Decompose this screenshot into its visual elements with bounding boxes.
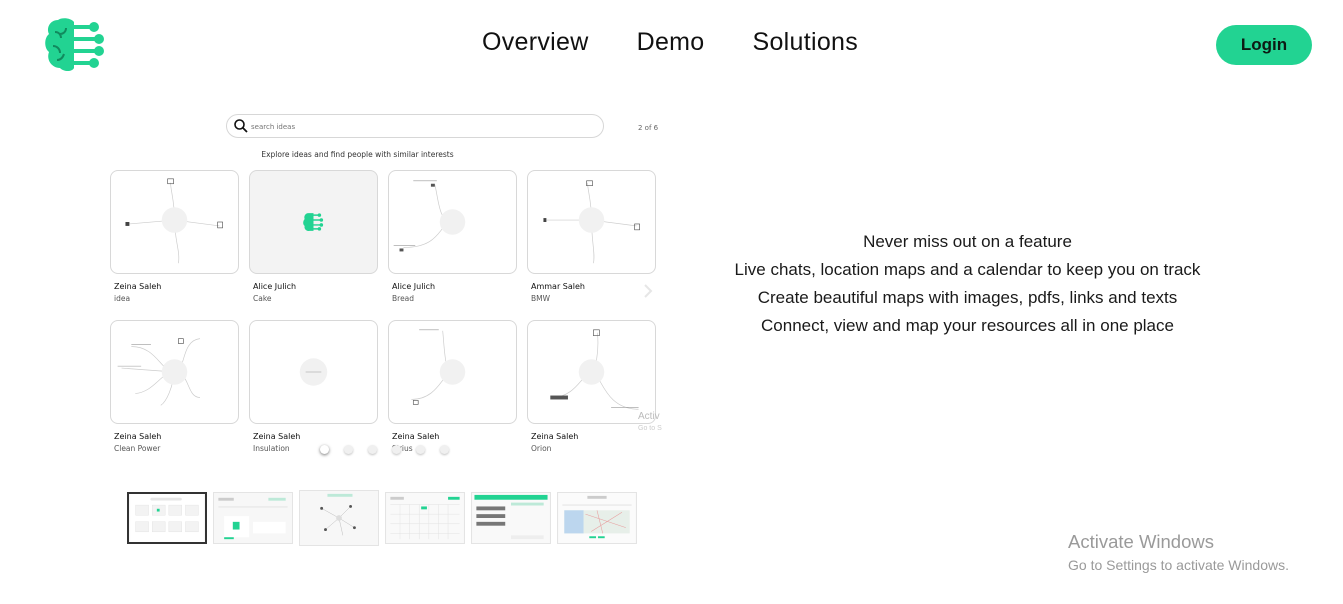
- card-title: Bread: [392, 294, 415, 303]
- mind-map-thumbnail: [388, 320, 517, 424]
- brain-circuit-icon[interactable]: [44, 16, 106, 74]
- ghost-watermark-text: Activ: [638, 411, 660, 422]
- card-owner: Zeina Saleh: [114, 432, 162, 441]
- carousel-dots: [320, 445, 449, 454]
- search-icon: [233, 118, 249, 134]
- card-owner: Alice Julich: [392, 282, 436, 291]
- main-nav: Overview Demo Solutions: [482, 28, 858, 57]
- card-owner: Zeina Saleh: [114, 282, 162, 291]
- idea-card[interactable]: Zeina Saleh Sirius: [388, 320, 517, 453]
- thumbnail-ideas-grid[interactable]: [127, 492, 207, 544]
- card-owner: Zeina Saleh: [392, 432, 440, 441]
- page-indicator: 2 of 6: [638, 124, 659, 132]
- idea-card[interactable]: Alice Julich Bread: [388, 170, 517, 303]
- idea-card[interactable]: Ammar Saleh BMW: [527, 170, 656, 303]
- carousel-dot[interactable]: [344, 445, 353, 454]
- mind-map-thumbnail: [388, 170, 517, 274]
- demo-preview: 2 of 6 Explore ideas and find people wit…: [100, 105, 675, 465]
- thumbnail-location-map[interactable]: [557, 492, 637, 544]
- card-title: idea: [114, 294, 131, 303]
- search-input[interactable]: [251, 119, 591, 134]
- landing-page: Overview Demo Solutions Login 2 of 6 Exp…: [0, 0, 1343, 604]
- feature-line: Never miss out on a feature: [863, 232, 1072, 251]
- nav-overview[interactable]: Overview: [482, 28, 589, 57]
- idea-card[interactable]: Zeina Saleh Clean Power: [110, 320, 239, 453]
- mind-map-thumbnail: [249, 320, 378, 424]
- carousel-dot[interactable]: [440, 445, 449, 454]
- card-title: Cake: [253, 294, 272, 303]
- thumbnail-idea-detail[interactable]: [213, 492, 293, 544]
- thumbnail-calendar[interactable]: [385, 492, 465, 544]
- nav-demo[interactable]: Demo: [637, 28, 705, 57]
- carousel-dot[interactable]: [320, 445, 329, 454]
- carousel-next-icon[interactable]: [643, 283, 653, 298]
- mind-map-thumbnail: [110, 320, 239, 424]
- thumbnail-mind-map[interactable]: [299, 490, 379, 546]
- feature-line: Live chats, location maps and a calendar…: [734, 260, 1201, 279]
- feature-list: Never miss out on a feature Live chats, …: [700, 228, 1235, 340]
- idea-card[interactable]: Zeina Saleh Insulation: [249, 320, 378, 453]
- card-owner: Zeina Saleh: [531, 432, 579, 441]
- card-owner: Ammar Saleh: [531, 282, 585, 291]
- carousel-dot[interactable]: [416, 445, 425, 454]
- activation-watermark-title: Activate Windows: [1068, 531, 1214, 552]
- ghost-watermark-subtext: Go to S: [638, 425, 662, 432]
- card-title: BMW: [531, 294, 551, 303]
- idea-card[interactable]: Alice Julich Cake: [249, 170, 378, 303]
- activation-watermark-subtitle: Go to Settings to activate Windows.: [1068, 557, 1289, 573]
- search-bar[interactable]: [226, 114, 604, 138]
- idea-card[interactable]: Zeina Saleh idea: [110, 170, 239, 303]
- carousel-dot[interactable]: [368, 445, 377, 454]
- card-title: Clean Power: [114, 444, 161, 453]
- idea-card[interactable]: Zeina Saleh Orion: [527, 320, 656, 453]
- mind-map-thumbnail: [527, 320, 656, 424]
- mind-map-thumbnail: [527, 170, 656, 274]
- explore-caption: Explore ideas and find people with simil…: [261, 150, 454, 159]
- card-owner: Zeina Saleh: [253, 432, 301, 441]
- card-title: Orion: [531, 444, 552, 453]
- carousel-dot[interactable]: [392, 445, 401, 454]
- thumbnail-chat[interactable]: [471, 492, 551, 544]
- feature-line: Create beautiful maps with images, pdfs,…: [757, 288, 1178, 307]
- mind-map-thumbnail: [110, 170, 239, 274]
- login-button[interactable]: Login: [1216, 25, 1312, 65]
- mind-map-thumbnail: [249, 170, 378, 274]
- card-owner: Alice Julich: [253, 282, 297, 291]
- feature-line: Connect, view and map your resources all…: [761, 316, 1174, 335]
- nav-solutions[interactable]: Solutions: [752, 28, 858, 57]
